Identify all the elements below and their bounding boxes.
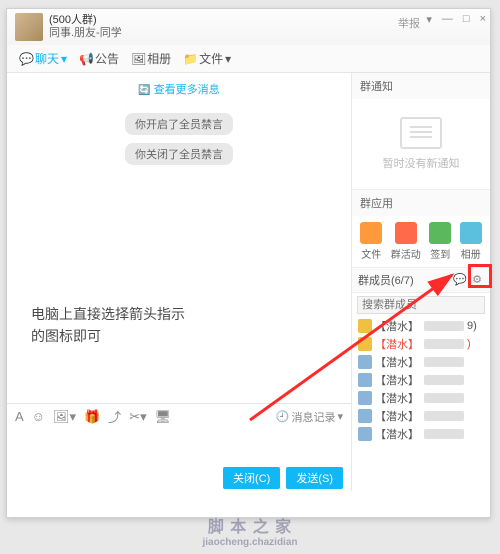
close-icon[interactable]: × bbox=[480, 13, 486, 26]
checkin-icon bbox=[429, 222, 451, 244]
gift-icon[interactable]: 🎁 bbox=[84, 409, 100, 425]
member-avatar bbox=[358, 337, 372, 351]
cut-icon[interactable]: ✂▾ bbox=[129, 409, 146, 425]
member-item[interactable]: 【潜水】 bbox=[354, 353, 488, 371]
files-icon bbox=[360, 222, 382, 244]
app-activity[interactable]: 群活动 bbox=[391, 222, 421, 261]
group-name: 同事.朋友-同学 bbox=[49, 27, 122, 40]
member-avatar bbox=[358, 373, 372, 387]
notice-title: 群通知 bbox=[352, 73, 490, 99]
app-album[interactable]: 相册 bbox=[460, 222, 482, 261]
notice-empty: 暂时没有新通知 bbox=[352, 99, 490, 189]
window-controls: ▾ — □ × bbox=[426, 13, 486, 26]
font-icon[interactable]: A bbox=[15, 409, 24, 424]
report-link[interactable]: 举报 bbox=[398, 15, 420, 31]
tab-album[interactable]: 🖼相册 bbox=[127, 48, 175, 69]
member-item[interactable]: 【潜水】 bbox=[354, 371, 488, 389]
app-files[interactable]: 文件 bbox=[360, 222, 382, 261]
chat-bubble-icon[interactable]: 💬 bbox=[453, 273, 467, 287]
member-item[interactable]: 【潜水】 bbox=[354, 407, 488, 425]
member-avatar bbox=[358, 355, 372, 369]
apps-section: 群应用 文件 群活动 签到 相册 bbox=[352, 190, 490, 268]
bulletin-icon: 📢 bbox=[79, 52, 93, 66]
member-item[interactable]: 【潜水】9) bbox=[354, 317, 488, 335]
member-avatar bbox=[358, 391, 372, 405]
chat-window: (500人群) 同事.朋友-同学 举报 ▾ — □ × 💬聊天▾ 📢公告 🖼相册… bbox=[6, 8, 491, 518]
members-title: 群成员(6/7) bbox=[358, 272, 414, 288]
title-info: (500人群) 同事.朋友-同学 bbox=[49, 14, 122, 40]
apps-grid: 文件 群活动 签到 相册 bbox=[352, 216, 490, 267]
tab-chat[interactable]: 💬聊天▾ bbox=[15, 48, 71, 69]
member-avatar bbox=[358, 319, 372, 333]
member-list: 【潜水】9)【潜水】)【潜水】【潜水】【潜水】【潜水】【潜水】 bbox=[352, 317, 490, 491]
tab-files[interactable]: 📁文件▾ bbox=[179, 48, 235, 69]
apps-title: 群应用 bbox=[352, 190, 490, 216]
titlebar: (500人群) 同事.朋友-同学 举报 ▾ — □ × bbox=[7, 9, 490, 45]
system-message: 你开启了全员禁言 bbox=[125, 113, 233, 135]
annotation-text: 电脑上直接选择箭头指示 的图标即可 bbox=[31, 303, 185, 347]
maximize-icon[interactable]: □ bbox=[463, 13, 470, 26]
album-icon bbox=[460, 222, 482, 244]
system-message: 你关闭了全员禁言 bbox=[125, 143, 233, 165]
member-item[interactable]: 【潜水】) bbox=[354, 335, 488, 353]
upload-icon[interactable]: ⤴ bbox=[108, 407, 121, 426]
side-panel: 群通知 暂时没有新通知 群应用 文件 群活动 签到 相册 群成员(6/7) 💬 bbox=[352, 73, 490, 491]
notice-section: 群通知 暂时没有新通知 bbox=[352, 73, 490, 190]
member-search bbox=[357, 296, 485, 314]
group-size: (500人群) bbox=[49, 14, 122, 27]
search-input[interactable] bbox=[357, 296, 485, 314]
message-input[interactable] bbox=[7, 429, 351, 465]
chat-icon: 💬 bbox=[19, 52, 33, 66]
close-button[interactable]: 关闭(C) bbox=[223, 467, 280, 489]
album-icon: 🖼 bbox=[131, 52, 145, 66]
body: 查看更多消息 你开启了全员禁言 你关闭了全员禁言 电脑上直接选择箭头指示 的图标… bbox=[7, 73, 490, 491]
footer: 关闭(C) 发送(S) bbox=[7, 465, 351, 491]
highlight-box bbox=[468, 264, 492, 288]
chat-pane: 查看更多消息 你开启了全员禁言 你关闭了全员禁言 电脑上直接选择箭头指示 的图标… bbox=[7, 73, 352, 491]
member-item[interactable]: 【潜水】 bbox=[354, 389, 488, 407]
image-icon[interactable]: 🖼▾ bbox=[53, 409, 76, 425]
tab-bulletin[interactable]: 📢公告 bbox=[75, 48, 123, 69]
message-record[interactable]: 🕘消息记录▾ bbox=[276, 409, 343, 425]
menu-icon[interactable]: ▾ bbox=[426, 13, 432, 26]
member-avatar bbox=[358, 427, 372, 441]
member-item[interactable]: 【潜水】 bbox=[354, 425, 488, 443]
watermark: 脚 本 之 家 jiaocheng.chazidian bbox=[0, 513, 500, 548]
main-toolbar: 💬聊天▾ 📢公告 🖼相册 📁文件▾ bbox=[7, 45, 490, 73]
load-more[interactable]: 查看更多消息 bbox=[7, 73, 351, 105]
minimize-icon[interactable]: — bbox=[442, 13, 453, 26]
send-button[interactable]: 发送(S) bbox=[286, 467, 343, 489]
group-avatar[interactable] bbox=[15, 13, 43, 41]
member-avatar bbox=[358, 409, 372, 423]
editor-toolbar: A ☺ 🖼▾ 🎁 ⤴ ✂▾ 🖥 🕘消息记录▾ bbox=[7, 403, 351, 429]
notice-icon bbox=[400, 117, 442, 149]
capture-icon[interactable]: 🖥 bbox=[155, 409, 172, 425]
folder-icon: 📁 bbox=[183, 52, 197, 66]
members-header: 群成员(6/7) 💬 ⚙ bbox=[352, 268, 490, 293]
emoji-icon[interactable]: ☺ bbox=[32, 409, 45, 424]
app-checkin[interactable]: 签到 bbox=[429, 222, 451, 261]
activity-icon bbox=[395, 222, 417, 244]
